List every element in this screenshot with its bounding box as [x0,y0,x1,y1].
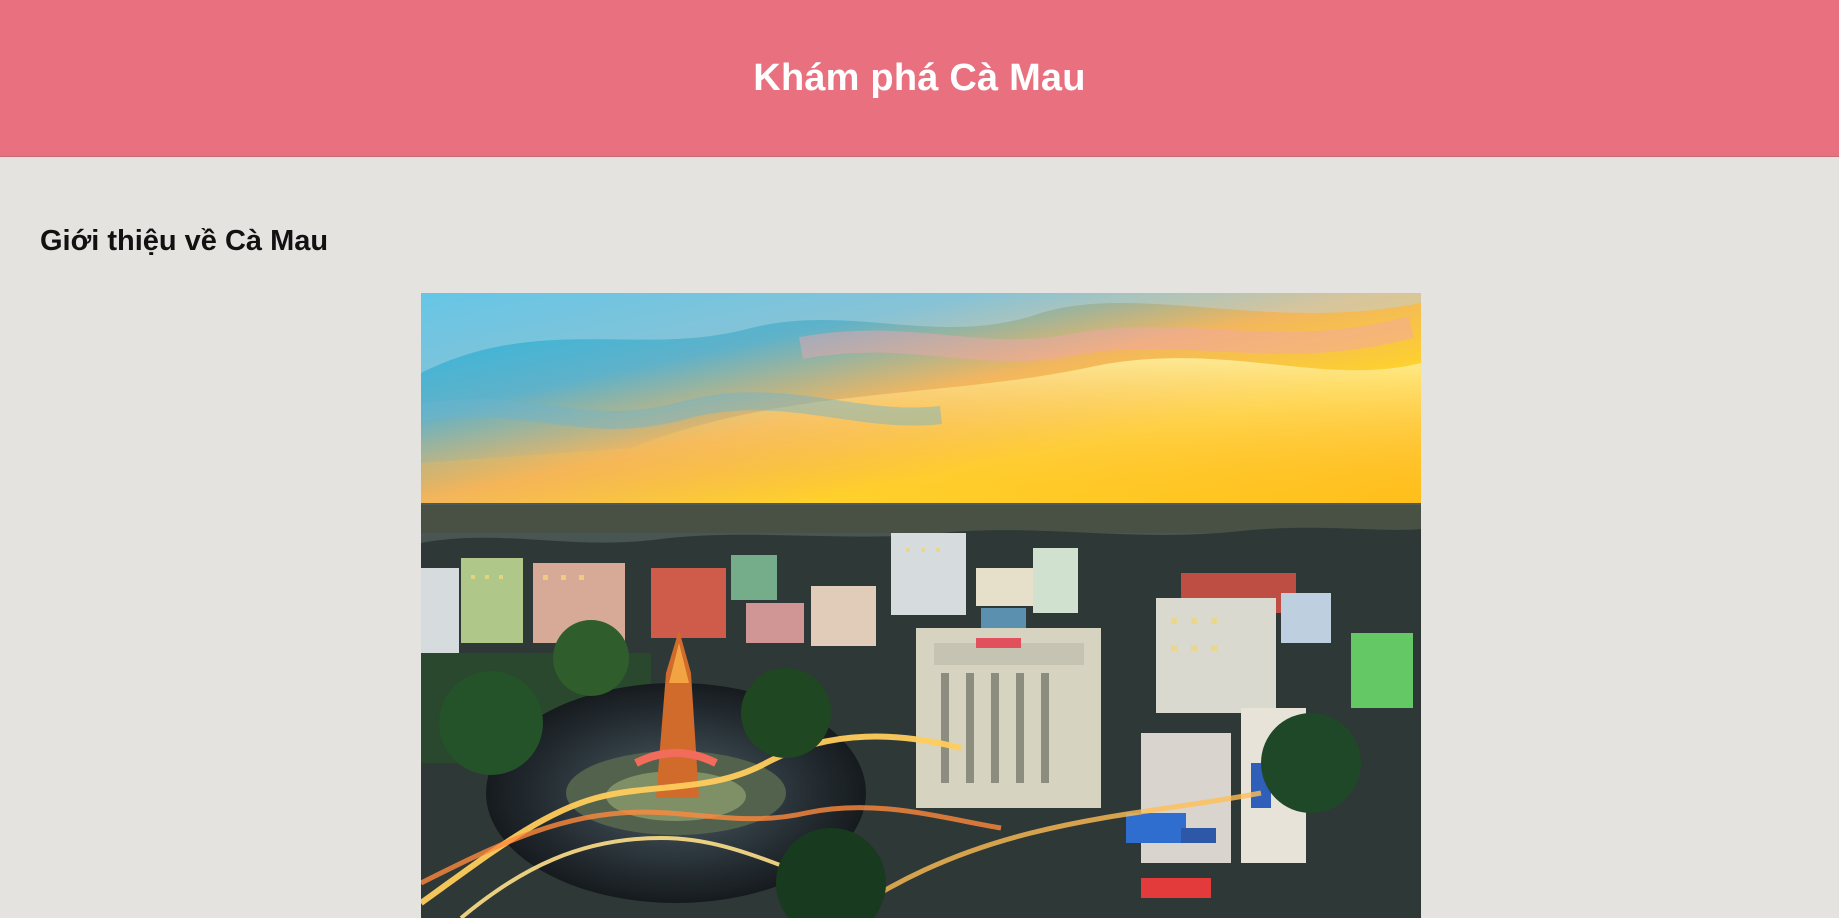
city-photo [421,293,1421,918]
page: Khám phá Cà Mau Giới thiệu về Cà Mau [0,0,1839,918]
section-heading: Giới thiệu về Cà Mau [40,225,329,257]
site-header: Khám phá Cà Mau [0,0,1839,157]
page-title: Khám phá Cà Mau [753,56,1086,99]
city-photo-illustration [421,293,1421,918]
